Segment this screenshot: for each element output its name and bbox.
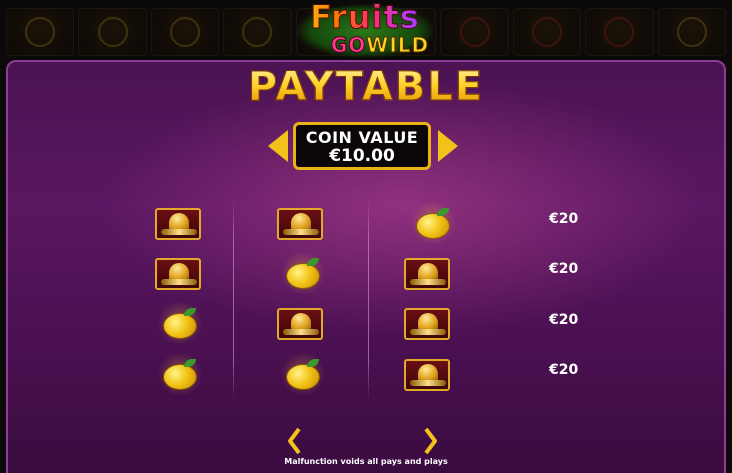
pay-amount: €20 [549,211,579,227]
coin-value-box: COIN VALUE €10.00 [293,122,431,170]
previous-page-chevron-icon[interactable] [287,427,301,455]
reel-cell [440,8,509,56]
lemon-icon [156,302,206,344]
reel-cell [78,8,147,56]
bell-icon [155,208,201,242]
pay-amount: €20 [549,261,579,277]
coin-decrease-arrow-icon[interactable] [268,130,288,162]
reel-cell [585,8,654,56]
logo-fruits-text: Fruits [290,0,440,35]
coin-value-label: COIN VALUE [305,128,419,147]
malfunction-disclaimer: Malfunction voids all pays and plays [284,457,448,466]
game-logo: Fruits GOWILD [290,0,440,64]
reel-cell [6,8,75,56]
paytable-title: PAYTABLE [0,64,732,111]
bell-icon [277,308,323,342]
next-page-chevron-icon[interactable] [424,427,438,455]
lemon-icon [409,202,459,244]
coin-value-amount: €10.00 [329,146,395,166]
reel-cell [657,8,727,56]
column-divider [368,200,369,400]
lemon-icon [156,353,206,395]
reel-cell [223,8,292,56]
lemon-icon [279,252,329,294]
bell-icon [155,258,201,292]
column-divider [233,200,234,400]
bell-icon [404,359,450,393]
reel-cell [512,8,582,56]
bell-icon [404,308,450,342]
reel-cell [150,8,220,56]
coin-increase-arrow-icon[interactable] [438,130,458,162]
lemon-icon [279,353,329,395]
bell-icon [404,258,450,292]
pay-amount: €20 [549,312,579,328]
logo-gowild-text: GOWILD [330,33,430,57]
pay-amount: €20 [549,362,579,378]
bell-icon [277,208,323,242]
